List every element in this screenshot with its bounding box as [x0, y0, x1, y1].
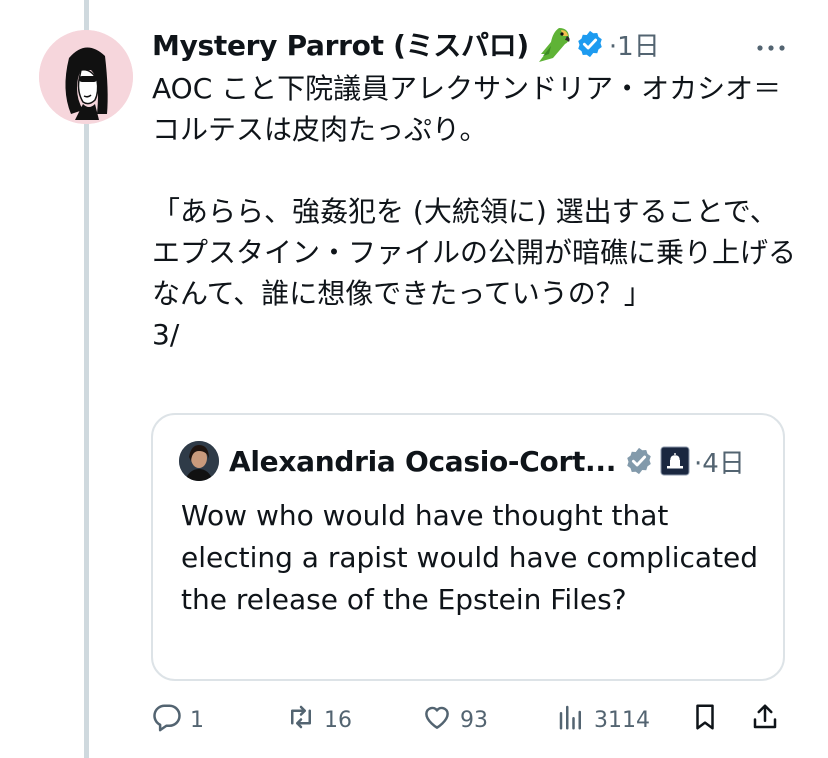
verified-badge-icon[interactable]	[575, 29, 605, 59]
share-icon	[750, 702, 780, 738]
quote-text: Wow who would have thought that electing…	[181, 499, 759, 616]
more-options-icon[interactable]	[756, 38, 786, 51]
views-button[interactable]: 3114	[556, 700, 650, 740]
views-count: 3114	[594, 707, 650, 733]
repost-count: 16	[324, 707, 352, 733]
avatar[interactable]	[39, 30, 133, 124]
action-bar: 1 16 93 3114	[152, 700, 792, 740]
quote-verified-badge-icon[interactable]	[624, 446, 654, 476]
heart-icon	[422, 702, 452, 738]
like-button[interactable]: 93	[422, 700, 488, 740]
capitol-affiliate-icon[interactable]	[660, 446, 690, 476]
bookmark-button[interactable]	[690, 700, 720, 740]
quote-tweet-card[interactable]: Alexandria Ocasio-Cort... ·4日 Wow who wo…	[151, 413, 785, 681]
quote-time[interactable]: ·4日	[694, 443, 745, 480]
repost-button[interactable]: 16	[286, 700, 352, 740]
quote-avatar	[179, 441, 219, 481]
reply-count: 1	[190, 707, 204, 733]
display-name[interactable]: Mystery Parrot (ミスパロ)	[152, 24, 529, 64]
parrot-emoji-icon	[531, 24, 573, 64]
tweet-text: AOC こと下院議員アレクサンドリア・オカシオ＝コルテスは皮肉たっぷり。 「あら…	[152, 72, 797, 351]
reply-button[interactable]: 1	[152, 700, 204, 740]
like-count: 93	[460, 707, 488, 733]
reply-icon	[152, 702, 182, 738]
bar-chart-icon	[556, 702, 586, 738]
repost-icon	[286, 702, 316, 738]
quote-display-name[interactable]: Alexandria Ocasio-Cort...	[229, 445, 616, 478]
quote-header: Alexandria Ocasio-Cort... ·4日	[179, 439, 745, 483]
tweet: Mystery Parrot (ミスパロ) ·1日 AOC こと下院議員アレクサ…	[0, 0, 828, 758]
share-button[interactable]	[750, 700, 780, 740]
tweet-header: Mystery Parrot (ミスパロ) ·1日	[152, 24, 660, 64]
tweet-time[interactable]: ·1日	[609, 26, 660, 63]
bookmark-icon	[690, 702, 720, 738]
